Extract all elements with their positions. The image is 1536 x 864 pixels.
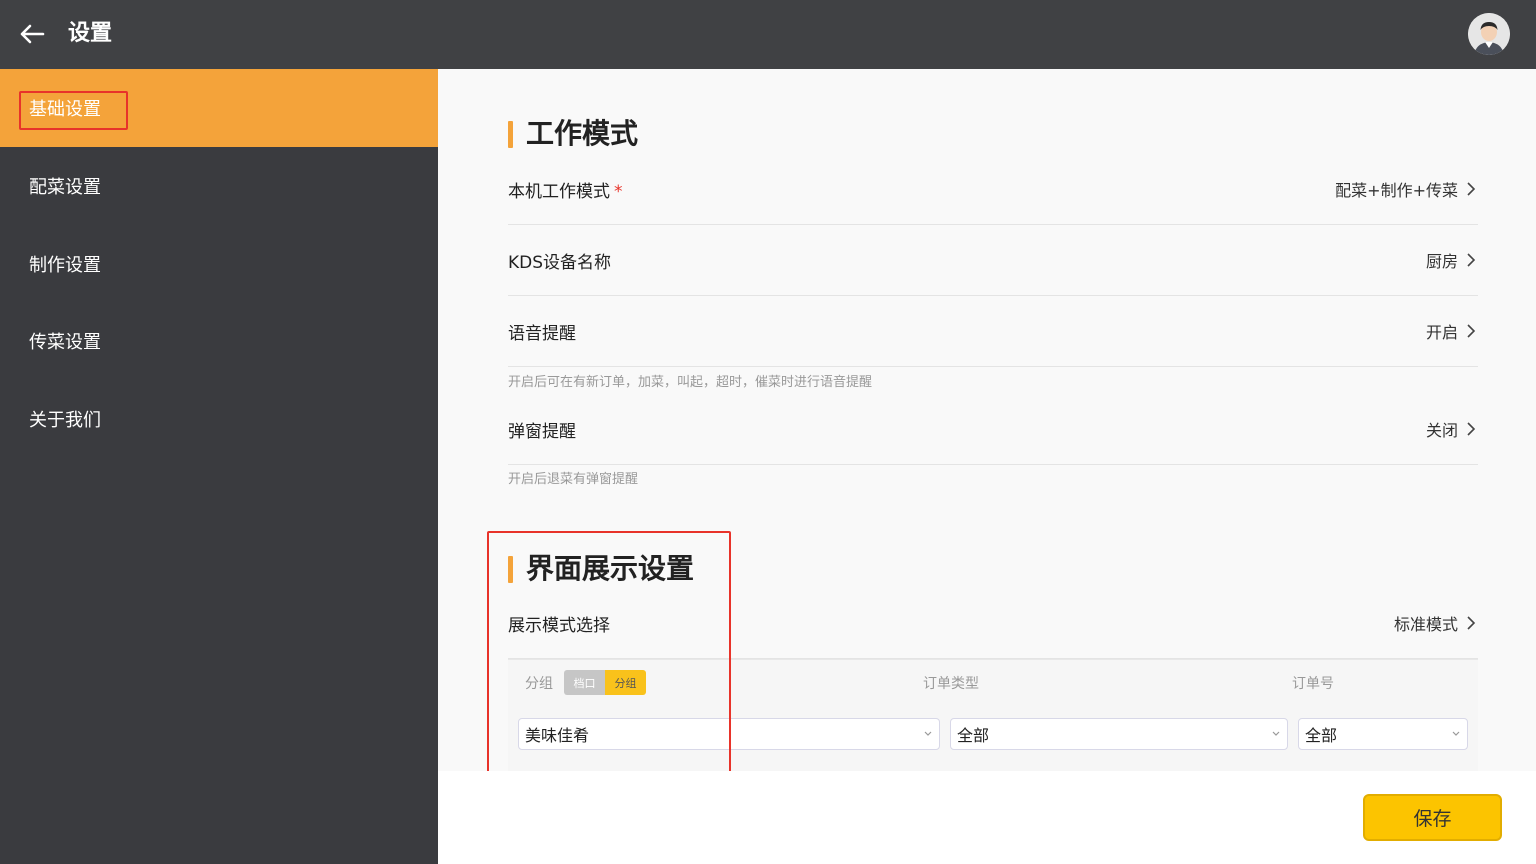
row-value: 标准模式 — [1394, 611, 1478, 635]
voice-reminder-hint: 开启后可在有新订单，加菜，叫起，超时，催菜时进行语音提醒 — [508, 375, 873, 390]
row-popup-reminder[interactable]: 弹窗提醒 关闭 — [508, 394, 1478, 465]
chevron-down-icon — [924, 731, 932, 736]
group-label: 分组 — [525, 676, 553, 692]
row-work-mode[interactable]: 本机工作模式 * 配菜+制作+传菜 — [508, 154, 1478, 225]
row-label: 弹窗提醒 — [508, 421, 576, 442]
popup-reminder-hint: 开启后退菜有弹窗提醒 — [508, 472, 639, 487]
section-title-text: 工作模式 — [526, 117, 639, 150]
title-accent-bar — [508, 555, 513, 583]
sidebar-item-side-dish[interactable]: 配菜设置 — [0, 147, 438, 225]
chevron-right-icon — [1467, 616, 1476, 630]
sidebar-item-label: 基础设置 — [29, 99, 101, 120]
row-voice-reminder[interactable]: 语音提醒 开启 — [508, 296, 1478, 367]
page-title: 设置 — [68, 21, 113, 46]
order-type-select[interactable]: 全部 — [950, 718, 1288, 750]
order-no-label: 订单号 — [1292, 676, 1334, 692]
row-label: KDS设备名称 — [508, 252, 612, 273]
sidebar-item-production[interactable]: 制作设置 — [0, 225, 438, 303]
order-type-label: 订单类型 — [923, 676, 979, 692]
footer-bar: 保存 — [438, 771, 1536, 864]
row-display-mode[interactable]: 展示模式选择 标准模式 — [508, 588, 1478, 659]
sidebar: 基础设置 配菜设置 制作设置 传菜设置 关于我们 — [0, 69, 438, 864]
sidebar-item-label: 关于我们 — [29, 410, 101, 431]
settings-panel: 工作模式 本机工作模式 * 配菜+制作+传菜 KDS设备名称 厨房 语音提醒 开启… — [438, 69, 1536, 771]
row-value: 厨房 — [1426, 248, 1478, 272]
avatar-icon — [1468, 13, 1510, 55]
top-bar: 设置 — [0, 0, 1536, 69]
section-title-text: 界面展示设置 — [526, 552, 695, 585]
required-mark: * — [614, 181, 623, 202]
row-device-name[interactable]: KDS设备名称 厨房 — [508, 225, 1478, 296]
toggle-option-stall[interactable]: 档口 — [564, 670, 605, 695]
section-title-work-mode: 工作模式 — [508, 116, 638, 152]
user-avatar[interactable] — [1468, 13, 1510, 55]
chevron-right-icon — [1467, 253, 1476, 267]
sidebar-item-label: 配菜设置 — [29, 177, 101, 198]
sidebar-item-serving[interactable]: 传菜设置 — [0, 302, 438, 380]
section-title-display: 界面展示设置 — [508, 551, 694, 587]
sidebar-item-about[interactable]: 关于我们 — [0, 380, 438, 458]
row-label: 本机工作模式 * — [508, 181, 623, 202]
sidebar-item-basic[interactable]: 基础设置 — [0, 69, 438, 147]
back-button[interactable] — [14, 17, 50, 51]
row-value: 配菜+制作+传菜 — [1335, 177, 1478, 201]
chevron-right-icon — [1467, 422, 1476, 436]
sidebar-item-label: 传菜设置 — [29, 332, 101, 353]
row-label: 语音提醒 — [508, 323, 576, 344]
group-toggle: 档口 分组 — [564, 670, 646, 695]
row-label: 展示模式选择 — [508, 615, 610, 636]
sidebar-item-label: 制作设置 — [29, 255, 101, 276]
group-select[interactable]: 美味佳肴 — [518, 718, 940, 750]
display-preview: 分组 档口 分组 订单类型 订单号 美味佳肴 全部 全部 — [508, 659, 1478, 771]
back-arrow-icon — [20, 24, 45, 44]
title-accent-bar — [508, 120, 513, 148]
chevron-down-icon — [1452, 731, 1460, 736]
chevron-right-icon — [1467, 324, 1476, 338]
row-value: 关闭 — [1426, 417, 1478, 441]
chevron-right-icon — [1467, 182, 1476, 196]
chevron-down-icon — [1272, 731, 1280, 736]
save-button[interactable]: 保存 — [1363, 794, 1502, 841]
row-value: 开启 — [1426, 319, 1478, 343]
order-no-select[interactable]: 全部 — [1298, 718, 1468, 750]
toggle-option-group[interactable]: 分组 — [605, 670, 646, 695]
